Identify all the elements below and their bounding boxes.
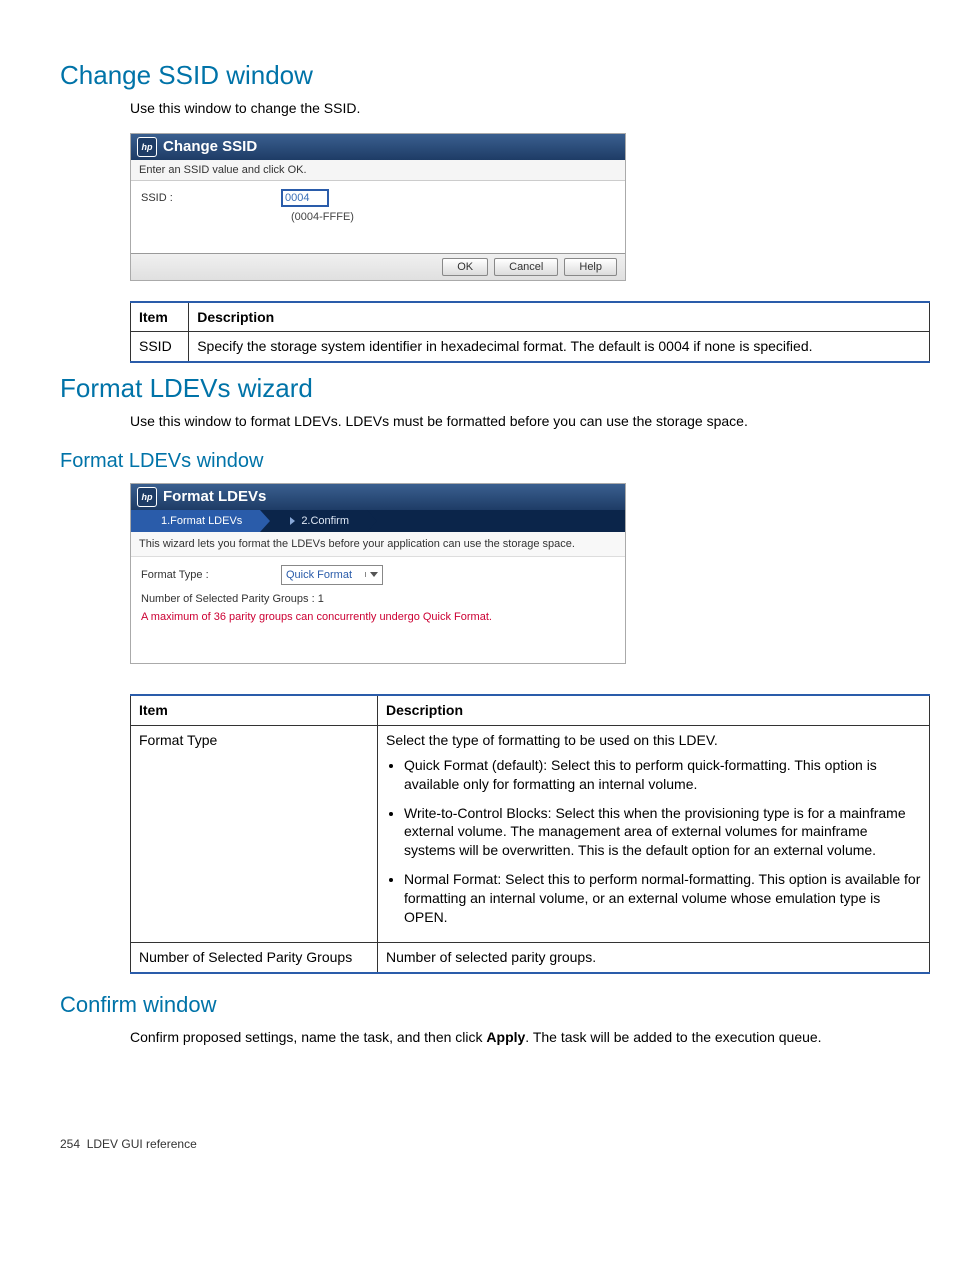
table-row: Number of Selected Parity Groups Number … — [131, 942, 930, 972]
list-item: Normal Format: Select this to perform no… — [404, 870, 921, 927]
ssid-range-hint: (0004-FFFE) — [131, 209, 625, 253]
confirm-intro-post: . The task will be added to the executio… — [525, 1029, 821, 1045]
ssid-description-table: Item Description SSID Specify the storag… — [130, 301, 930, 364]
chevron-right-icon — [290, 517, 295, 525]
format-ldevs-dialog: hp Format LDEVs 1.Format LDEVs 2.Confirm… — [130, 483, 626, 664]
ssid-field-label: SSID : — [141, 192, 281, 204]
parity-groups-count: Number of Selected Parity Groups : 1 — [131, 587, 625, 607]
confirm-intro-apply: Apply — [486, 1029, 525, 1045]
change-ssid-title: Change SSID — [163, 138, 257, 155]
page-footer: 254 LDEV GUI reference — [60, 1137, 894, 1151]
format-ldevs-titlebar: hp Format LDEVs — [131, 484, 625, 510]
change-ssid-subtitle: Enter an SSID value and click OK. — [131, 160, 625, 181]
intro-format-wizard: Use this window to format LDEVs. LDEVs m… — [130, 412, 894, 432]
change-ssid-dialog: hp Change SSID Enter an SSID value and c… — [130, 133, 626, 281]
ssid-input[interactable] — [281, 189, 329, 207]
page-number: 254 — [60, 1137, 80, 1151]
format-table-header-item: Item — [131, 695, 378, 725]
ssid-table-header-desc: Description — [189, 302, 930, 332]
table-row: Format Type Select the type of formattin… — [131, 725, 930, 942]
ssid-row-item: SSID — [131, 332, 189, 362]
heading-format-window: Format LDEVs window — [60, 450, 894, 473]
wizard-step-2-label: 2.Confirm — [301, 515, 349, 527]
confirm-intro-pre: Confirm proposed settings, name the task… — [130, 1029, 486, 1045]
heading-change-ssid: Change SSID window — [60, 60, 894, 91]
hp-logo-icon: hp — [137, 137, 157, 157]
format-type-lead: Select the type of formatting to be used… — [386, 732, 718, 748]
dropdown-arrow-icon — [365, 572, 382, 577]
format-type-value: Quick Format — [282, 569, 365, 581]
change-ssid-button-bar: OK Cancel Help — [131, 253, 625, 280]
format-type-select[interactable]: Quick Format — [281, 565, 383, 585]
parity-desc: Number of selected parity groups. — [378, 942, 930, 972]
ssid-row-desc: Specify the storage system identifier in… — [189, 332, 930, 362]
intro-confirm-window: Confirm proposed settings, name the task… — [130, 1028, 894, 1048]
parity-item: Number of Selected Parity Groups — [131, 942, 378, 972]
list-item: Write-to-Control Blocks: Select this whe… — [404, 804, 921, 861]
table-row: SSID Specify the storage system identifi… — [131, 332, 930, 362]
ok-button[interactable]: OK — [442, 258, 488, 276]
change-ssid-titlebar: hp Change SSID — [131, 134, 625, 160]
wizard-steps: 1.Format LDEVs 2.Confirm — [131, 510, 625, 532]
wizard-step-1[interactable]: 1.Format LDEVs — [131, 510, 260, 532]
intro-change-ssid: Use this window to change the SSID. — [130, 99, 894, 119]
quick-format-warning: A maximum of 36 parity groups can concur… — [131, 607, 625, 663]
list-item: Quick Format (default): Select this to p… — [404, 756, 921, 794]
heading-format-wizard: Format LDEVs wizard — [60, 373, 894, 404]
wizard-step-1-label: 1.Format LDEVs — [161, 515, 242, 527]
hp-logo-icon: hp — [137, 487, 157, 507]
format-table-header-desc: Description — [378, 695, 930, 725]
format-description-table: Item Description Format Type Select the … — [130, 694, 930, 974]
format-type-label: Format Type : — [141, 569, 281, 581]
cancel-button[interactable]: Cancel — [494, 258, 558, 276]
format-type-desc: Select the type of formatting to be used… — [378, 725, 930, 942]
page-footer-title: LDEV GUI reference — [87, 1137, 197, 1151]
ssid-table-header-item: Item — [131, 302, 189, 332]
help-button[interactable]: Help — [564, 258, 617, 276]
format-type-item: Format Type — [131, 725, 378, 942]
heading-confirm-window: Confirm window — [60, 992, 894, 1018]
format-ldevs-title: Format LDEVs — [163, 488, 266, 505]
wizard-instruction: This wizard lets you format the LDEVs be… — [131, 532, 625, 557]
wizard-step-2[interactable]: 2.Confirm — [260, 510, 367, 532]
